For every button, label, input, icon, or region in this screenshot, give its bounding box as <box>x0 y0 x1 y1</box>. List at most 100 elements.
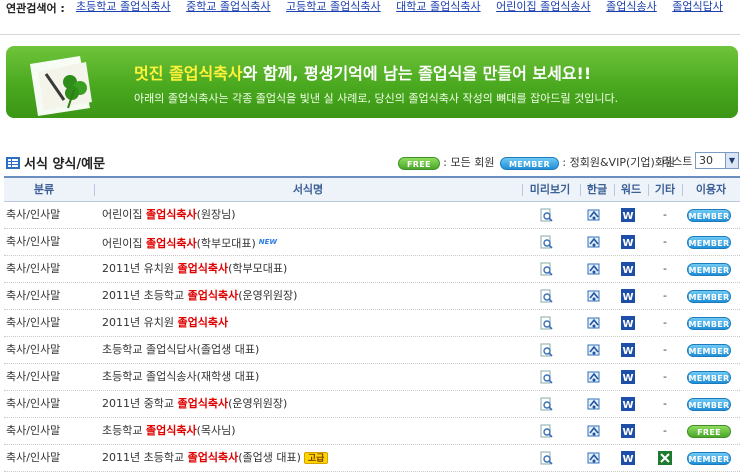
word-file-icon[interactable]: W <box>621 364 641 390</box>
related-link[interactable]: 초등학교 졸업식축사 <box>76 0 171 13</box>
excel-file-icon[interactable] <box>655 445 675 471</box>
word-file-icon[interactable]: W <box>621 391 641 417</box>
row-title-link[interactable]: 2011년 초등학교 졸업식축사(운영위원장) <box>102 283 502 309</box>
row-category: 축사/인사말 <box>6 316 61 329</box>
hwp-file-icon[interactable] <box>587 445 607 471</box>
row-etc: - <box>663 262 667 275</box>
svg-text:W: W <box>622 346 633 357</box>
hwp-file-icon[interactable] <box>587 202 607 228</box>
related-link[interactable]: 대학교 졸업식축사 <box>396 0 480 13</box>
related-link[interactable]: 졸업식송사 <box>606 0 657 13</box>
word-file-icon[interactable]: W <box>621 256 641 282</box>
header-preview: 미리보기 <box>529 183 571 196</box>
hwp-file-icon[interactable] <box>587 229 607 255</box>
table-row[interactable]: 축사/인사말 초등학교 졸업식송사(재학생 대표) W - MEMBER <box>4 364 740 391</box>
hwp-file-icon[interactable] <box>587 364 607 390</box>
header-user: 이용자 <box>695 183 727 196</box>
row-category: 축사/인사말 <box>6 370 61 383</box>
document-table: 분류 서식명 미리보기 한글 워드 기타 이용자 축사/인사말 어린이집 졸업식축… <box>4 176 740 472</box>
word-file-icon[interactable]: W <box>621 229 641 255</box>
word-file-icon[interactable]: W <box>621 202 641 228</box>
table-row[interactable]: 축사/인사말 어린이집 졸업식축사(학부모대표) NEW W - MEMBER <box>4 229 740 256</box>
word-file-icon[interactable]: W <box>621 283 641 309</box>
list-count-label: 리스트 : <box>662 155 700 168</box>
row-title-link[interactable]: 어린이집 졸업식축사(원장님) <box>102 202 502 228</box>
row-title-suffix: (졸업생 대표) <box>238 451 301 464</box>
header-word: 워드 <box>620 183 642 196</box>
row-title-prefix: 2011년 초등학교 <box>102 289 188 302</box>
row-title-suffix: (운영위원장) <box>238 289 298 302</box>
chevron-down-icon[interactable]: ▼ <box>725 153 738 168</box>
row-user-type: MEMBER <box>687 391 739 417</box>
table-body: 축사/인사말 어린이집 졸업식축사(원장님) W - MEMBER 축사/인사말 어린이집 … <box>4 202 740 472</box>
banner-headline-rest: 와 함께, 평생기억에 남는 졸업식을 만들어 보세요!! <box>242 64 592 83</box>
hwp-file-icon[interactable] <box>587 418 607 444</box>
row-title-link[interactable]: 어린이집 졸업식축사(학부모대표) NEW <box>102 229 502 255</box>
row-title-link[interactable]: 2011년 유치원 졸업식축사(학부모대표) <box>102 256 502 282</box>
row-etc: - <box>663 208 667 221</box>
row-title-link[interactable]: 초등학교 졸업식축사(목사님) <box>102 418 502 444</box>
related-link[interactable]: 고등학교 졸업식축사 <box>286 0 381 13</box>
header-category: 분류 <box>33 183 55 196</box>
list-count-select[interactable]: 30 ▼ <box>695 152 739 169</box>
related-search-bar: 연관검색어 : 초등학교 졸업식축사 중학교 졸업식축사 고등학교 졸업식축사 … <box>6 0 736 30</box>
svg-text:W: W <box>622 400 633 411</box>
row-title-keyword: 졸업식축사 <box>187 451 239 464</box>
hwp-file-icon[interactable] <box>587 283 607 309</box>
svg-text:W: W <box>622 373 633 384</box>
table-row[interactable]: 축사/인사말 2011년 유치원 졸업식축사 W - MEMBER <box>4 310 740 337</box>
member-badge: MEMBER <box>687 343 731 357</box>
table-row[interactable]: 축사/인사말 초등학교 졸업식답사(졸업생 대표) W - MEMBER <box>4 337 740 364</box>
row-etc: - <box>663 424 667 437</box>
row-user-type: MEMBER <box>687 364 739 390</box>
member-badge: MEMBER <box>687 289 731 303</box>
preview-icon[interactable] <box>539 418 559 444</box>
table-row[interactable]: 축사/인사말 초등학교 졸업식축사(목사님) W - FREE <box>4 418 740 445</box>
row-category: 축사/인사말 <box>6 235 61 248</box>
word-file-icon[interactable]: W <box>621 337 641 363</box>
table-row[interactable]: 축사/인사말 2011년 중학교 졸업식축사(운영위원장) W - MEMBER <box>4 391 740 418</box>
hwp-file-icon[interactable] <box>587 310 607 336</box>
row-title-link[interactable]: 2011년 중학교 졸업식축사(운영위원장) <box>102 391 502 417</box>
table-row[interactable]: 축사/인사말 어린이집 졸업식축사(원장님) W - MEMBER <box>4 202 740 229</box>
row-user-type: MEMBER <box>687 283 739 309</box>
table-row[interactable]: 축사/인사말 2011년 유치원 졸업식축사(학부모대표) W - MEMBER <box>4 256 740 283</box>
list-count-value: 30 <box>699 154 713 167</box>
row-title-prefix: 2011년 중학교 <box>102 397 178 410</box>
row-title-link[interactable]: 2011년 초등학교 졸업식축사(졸업생 대표) 고급 <box>102 445 502 471</box>
preview-icon[interactable] <box>539 364 559 390</box>
row-title-link[interactable]: 초등학교 졸업식답사(졸업생 대표) <box>102 337 502 363</box>
word-file-icon[interactable]: W <box>621 445 641 471</box>
member-badge: MEMBER <box>500 156 559 170</box>
preview-icon[interactable] <box>539 445 559 471</box>
row-title-prefix: 초등학교 졸업식답사(졸업생 대표) <box>102 343 260 356</box>
row-category: 축사/인사말 <box>6 397 61 410</box>
row-title-link[interactable]: 초등학교 졸업식송사(재학생 대표) <box>102 364 502 390</box>
preview-icon[interactable] <box>539 256 559 282</box>
free-badge: FREE <box>398 156 440 170</box>
related-link[interactable]: 어린이집 졸업식송사 <box>496 0 591 13</box>
preview-icon[interactable] <box>539 310 559 336</box>
related-link[interactable]: 졸업식답사 <box>672 0 723 13</box>
member-badge: MEMBER <box>687 262 731 276</box>
row-category: 축사/인사말 <box>6 424 61 437</box>
row-title-link[interactable]: 2011년 유치원 졸업식축사 <box>102 310 502 336</box>
hwp-file-icon[interactable] <box>587 337 607 363</box>
word-file-icon[interactable]: W <box>621 418 641 444</box>
row-title-prefix: 2011년 유치원 <box>102 316 178 329</box>
preview-icon[interactable] <box>539 391 559 417</box>
new-badge: NEW <box>258 238 278 246</box>
table-row[interactable]: 축사/인사말 2011년 초등학교 졸업식축사(졸업생 대표) 고급 W MEMBER <box>4 445 740 472</box>
hwp-file-icon[interactable] <box>587 391 607 417</box>
row-etc: - <box>663 235 667 248</box>
table-row[interactable]: 축사/인사말 2011년 초등학교 졸업식축사(운영위원장) W - MEMBER <box>4 283 740 310</box>
svg-text:W: W <box>622 265 633 276</box>
hwp-file-icon[interactable] <box>587 256 607 282</box>
word-file-icon[interactable]: W <box>621 310 641 336</box>
related-link[interactable]: 중학교 졸업식축사 <box>186 0 270 13</box>
preview-icon[interactable] <box>539 229 559 255</box>
preview-icon[interactable] <box>539 283 559 309</box>
preview-icon[interactable] <box>539 202 559 228</box>
legend-member: MEMBER : 정회원&VIP(기업)회원 <box>500 154 675 170</box>
preview-icon[interactable] <box>539 337 559 363</box>
